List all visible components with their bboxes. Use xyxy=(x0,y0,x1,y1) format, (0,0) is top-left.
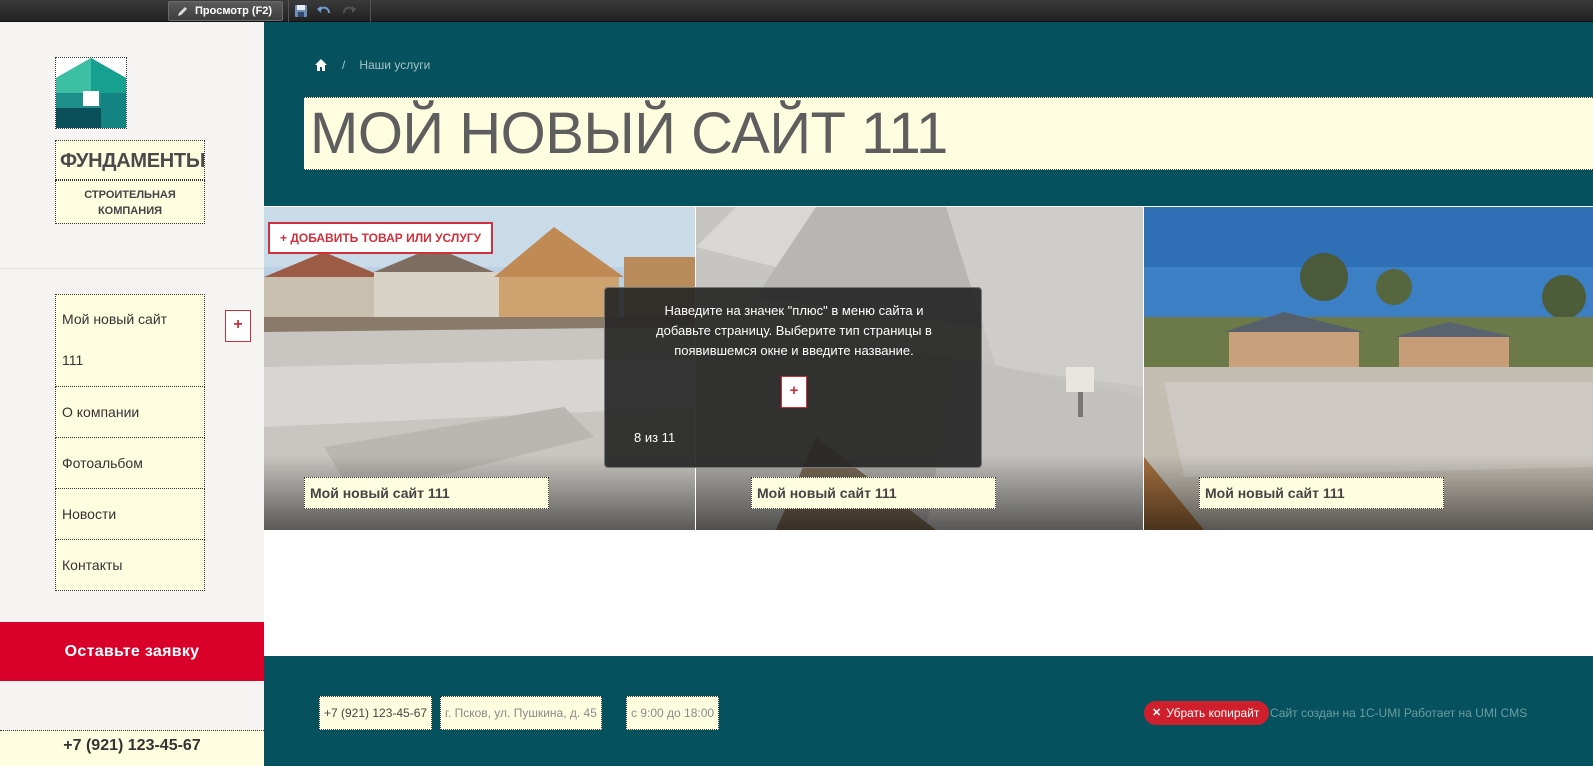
footer-hours[interactable]: с 9:00 до 18:00 xyxy=(626,696,720,730)
gallery-caption[interactable]: Мой новый сайт 111 xyxy=(304,477,549,509)
logo[interactable] xyxy=(55,57,127,129)
brand-subtitle[interactable]: СТРОИТЕЛЬНАЯ КОМПАНИЯ xyxy=(55,180,205,224)
page-title[interactable]: МОЙ НОВЫЙ САЙТ 111 xyxy=(304,97,1593,170)
footer-address[interactable]: г. Псков, ул. Пушкина, д. 45 xyxy=(440,696,602,730)
footer-phone[interactable]: +7 (921) 123-45-67 xyxy=(319,696,433,730)
hint-tooltip: Наведите на значек "плюс" в меню сайта и… xyxy=(604,287,982,468)
services-gallery: Мой новый сайт 111 Мой новый сайт 111 Мо… xyxy=(264,207,1593,530)
logo-house-icon xyxy=(56,58,126,128)
tooltip-line: добавьте страницу. Выберите тип страницы… xyxy=(656,323,932,338)
preview-label: Просмотр (F2) xyxy=(195,5,273,17)
sidebar-item-label: Мой новый сайт xyxy=(62,311,168,327)
sidebar-item-label: О компании xyxy=(62,404,140,420)
sidebar-item-label: Новости xyxy=(62,506,117,522)
tooltip-line: появившемся окне и введите название. xyxy=(674,343,914,358)
gallery-tile[interactable]: Мой новый сайт 111 xyxy=(1144,207,1593,530)
sidebar-item-label: Контакты xyxy=(62,557,123,573)
sidebar-item-about[interactable]: О компании xyxy=(55,386,205,438)
sidebar: ФУНДАМЕНТЫ СТРОИТЕЛЬНАЯ КОМПАНИЯ Мой нов… xyxy=(0,22,264,766)
undo-icon[interactable] xyxy=(316,3,332,19)
sidebar-item-contacts[interactable]: Контакты xyxy=(55,539,205,591)
preview-button[interactable]: Просмотр (F2) xyxy=(168,1,284,21)
admin-toolbar: Просмотр (F2) xyxy=(0,0,1593,22)
brand-subtitle-line: СТРОИТЕЛЬНАЯ xyxy=(84,189,176,201)
save-icon[interactable] xyxy=(293,3,309,19)
brand-subtitle-line: КОМПАНИЯ xyxy=(97,205,163,217)
page-footer: +7 (921) 123-45-67 г. Псков, ул. Пушкина… xyxy=(264,656,1593,766)
tooltip-plus-icon: + xyxy=(781,376,807,408)
brand-title[interactable]: ФУНДАМЕНТЫ xyxy=(55,140,205,180)
sidebar-item-my-site[interactable]: Мой новый сайт 111 xyxy=(55,294,205,387)
gallery-caption[interactable]: Мой новый сайт 111 xyxy=(751,477,996,509)
breadcrumb-current[interactable]: Наши услуги xyxy=(359,58,430,72)
footer-credits[interactable]: Сайт создан на 1С-UMI Работает на UMI CM… xyxy=(1270,701,1527,725)
sidebar-divider xyxy=(0,268,264,269)
remove-copyright-label: Убрать копирайт xyxy=(1166,706,1260,720)
redo-icon[interactable] xyxy=(341,3,357,19)
tooltip-text: Наведите на значек "плюс" в меню сайта и… xyxy=(625,301,963,361)
tooltip-step-counter: 8 из 11 xyxy=(634,430,676,445)
sidebar-item-news[interactable]: Новости xyxy=(55,488,205,540)
sidebar-item-label: 111 xyxy=(62,352,84,368)
pencil-icon xyxy=(178,7,187,16)
remove-copyright-button[interactable]: ✕ Убрать копирайт xyxy=(1144,701,1270,725)
sidebar-item-photo-album[interactable]: Фотоальбом xyxy=(55,437,205,489)
close-icon: ✕ xyxy=(1152,707,1162,719)
breadcrumb-separator: / xyxy=(342,58,346,72)
page-header: / Наши услуги МОЙ НОВЫЙ САЙТ 111 xyxy=(264,22,1593,206)
tooltip-line: Наведите на значек "плюс" в меню сайта и xyxy=(664,303,924,318)
home-icon[interactable] xyxy=(314,58,328,72)
sidebar-nav: Мой новый сайт 111 О компании Фотоальбом… xyxy=(55,294,205,591)
toolbar-separator xyxy=(288,0,289,22)
toolbar-separator xyxy=(370,0,371,22)
add-page-plus-button[interactable]: + xyxy=(225,310,251,342)
add-product-button[interactable]: + ДОБАВИТЬ ТОВАР ИЛИ УСЛУГУ xyxy=(268,222,494,254)
request-cta-button[interactable]: Оставьте заявку xyxy=(0,622,264,681)
breadcrumb: / Наши услуги xyxy=(314,58,430,72)
gallery-caption[interactable]: Мой новый сайт 111 xyxy=(1199,477,1444,509)
sidebar-item-label: Фотоальбом xyxy=(62,455,143,471)
sidebar-phone[interactable]: +7 (921) 123-45-67 xyxy=(0,730,264,766)
